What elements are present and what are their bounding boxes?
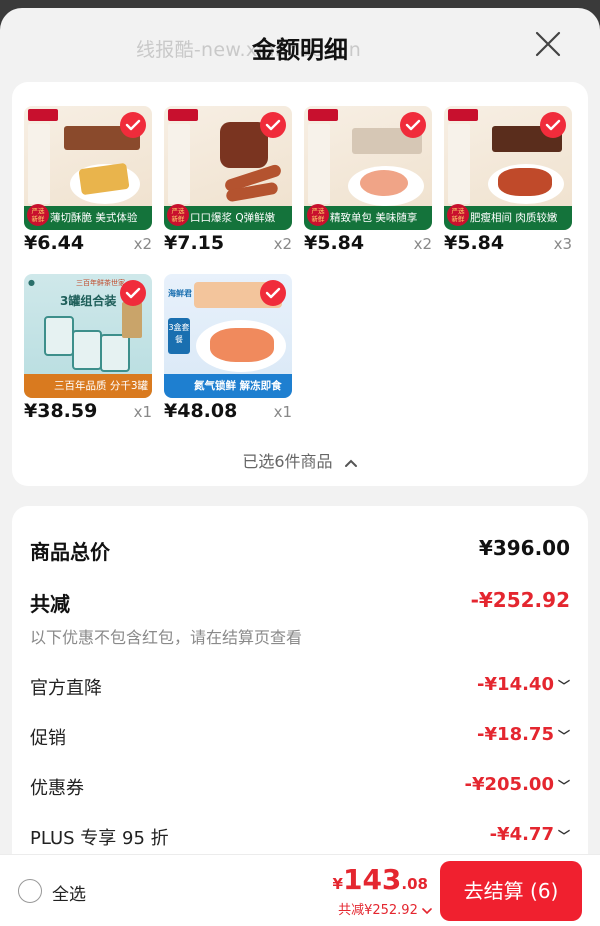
total-integer: 143 — [342, 863, 402, 896]
selected-products-card: 薄切酥脆 美式体验 严选 新鲜 ¥6.44 x2 口口爆浆 Q弹鲜嫩 严选 新鲜 ¥ — [12, 82, 588, 486]
product-item[interactable]: 肥瘦相间 肉质较嫩 严选 新鲜 ¥5.84 x3 — [444, 106, 572, 258]
discount-row-plus[interactable]: PLUS 专享 95 折 -¥4.77 ﹀ — [30, 824, 570, 850]
total-price-value: ¥396.00 — [478, 536, 570, 560]
product-quantity: x3 — [553, 235, 572, 253]
promo-side-panel — [448, 124, 470, 204]
promo-side-panel — [308, 124, 330, 204]
checkout-button[interactable]: 去结算 (6) — [440, 861, 582, 921]
product-item[interactable]: 精致单包 美味随享 严选 新鲜 ¥5.84 x2 — [304, 106, 432, 258]
hormel-logo — [308, 109, 338, 121]
discount-value: -¥4.77 — [489, 824, 554, 845]
tea-top-label: 三百年鲜茶世家 — [76, 279, 125, 287]
discount-value-promotion[interactable]: -¥18.75 ﹀ — [477, 724, 570, 745]
selected-count-label: 已选6件商品 — [242, 452, 333, 471]
discount-note: 以下优惠不包含红包，请在结算页查看 — [30, 628, 303, 647]
discount-value-official[interactable]: -¥14.40 ﹀ — [477, 674, 570, 695]
chevron-down-icon: ﹀ — [557, 679, 570, 693]
chevron-down-icon: ﹀ — [557, 829, 570, 843]
discount-label: 促销 — [30, 728, 66, 749]
discount-value: -¥205.00 — [464, 774, 554, 795]
set-label: 3盒套餐 — [168, 318, 190, 354]
discount-value-coupon[interactable]: -¥205.00 ﹀ — [465, 774, 570, 795]
tea-box-label: 3罐组合装 — [60, 294, 117, 308]
new-tag-icon: 严选 新鲜 — [167, 204, 189, 226]
new-tag-icon: 严选 新鲜 — [27, 204, 49, 226]
product-quantity: x1 — [273, 403, 292, 421]
reduced-amount: 共减¥252.92 — [338, 903, 418, 918]
product-image: ● 三百年鲜茶世家 3罐组合装 三百年品质 分千3罐 — [24, 274, 152, 398]
product-image: 海鲜君 3盒套餐 氮气锁鲜 解冻即食 — [164, 274, 292, 398]
chevron-down-icon: ﹀ — [557, 779, 570, 793]
discount-value: -¥14.40 — [477, 674, 554, 695]
product-price: ¥7.15 — [164, 232, 225, 254]
product-item[interactable]: ● 三百年鲜茶世家 3罐组合装 三百年品质 分千3罐 ¥38.59 x1 — [24, 274, 152, 426]
selected-check-icon[interactable] — [260, 112, 286, 138]
product-price: ¥5.84 — [444, 232, 505, 254]
chevron-up-icon — [344, 459, 357, 467]
new-tag-icon: 严选 新鲜 — [447, 204, 469, 226]
discount-row-coupon[interactable]: 优惠券 -¥205.00 ﹀ — [30, 774, 570, 800]
total-price-row: 商品总价 ¥396.00 — [30, 536, 570, 565]
product-price: ¥6.44 — [24, 232, 85, 254]
selected-check-icon[interactable] — [120, 280, 146, 306]
discount-value-plus[interactable]: -¥4.77 ﹀ — [490, 824, 570, 845]
new-tag-icon: 严选 新鲜 — [307, 204, 329, 226]
total-price-label: 商品总价 — [30, 540, 110, 564]
total-reduce-label: 共减 — [30, 592, 70, 616]
selected-check-icon[interactable] — [540, 112, 566, 138]
promo-side-panel — [28, 124, 50, 204]
hormel-logo — [168, 109, 198, 121]
product-quantity: x1 — [133, 403, 152, 421]
discount-label: 官方直降 — [30, 678, 102, 699]
discount-label: 优惠券 — [30, 778, 84, 799]
amount-detail-sheet: 线报酷-new.xianbao.fun 金额明细 薄切酥脆 美式体验 严选 新鲜 … — [0, 8, 600, 926]
discount-row-promotion[interactable]: 促销 -¥18.75 ﹀ — [30, 724, 570, 750]
product-quantity: x2 — [413, 235, 432, 253]
product-banner: 三百年品质 分千3罐 — [24, 374, 152, 398]
product-item[interactable]: 海鲜君 3盒套餐 氮气锁鲜 解冻即食 ¥48.08 x1 — [164, 274, 292, 426]
product-price: ¥38.59 — [24, 400, 98, 422]
product-image: 薄切酥脆 美式体验 严选 新鲜 — [24, 106, 152, 230]
select-all-radio[interactable] — [18, 879, 42, 903]
total-reduce-value: -¥252.92 — [470, 588, 570, 612]
product-image: 口口爆浆 Q弹鲜嫩 严选 新鲜 — [164, 106, 292, 230]
select-all-label[interactable]: 全选 — [52, 880, 86, 905]
selected-check-icon[interactable] — [260, 280, 286, 306]
promo-side-panel — [168, 124, 190, 204]
total-decimal: .08 — [401, 875, 428, 893]
currency-symbol: ¥ — [332, 875, 343, 893]
discount-label: PLUS 专享 95 折 — [30, 828, 169, 849]
checkout-bar: 全选 ¥143.08 共减¥252.92 去结算 (6) — [0, 854, 600, 926]
product-quantity: x2 — [133, 235, 152, 253]
hormel-logo — [28, 109, 58, 121]
chevron-down-icon — [422, 907, 432, 914]
product-price: ¥48.08 — [164, 400, 238, 422]
product-banner: 氮气锁鲜 解冻即食 — [164, 374, 292, 398]
close-icon[interactable] — [534, 30, 562, 58]
product-image: 精致单包 美味随享 严选 新鲜 — [304, 106, 432, 230]
selected-count-toggle[interactable]: 已选6件商品 — [12, 448, 588, 472]
discount-row-official[interactable]: 官方直降 -¥14.40 ﹀ — [30, 674, 570, 700]
product-price: ¥5.84 — [304, 232, 365, 254]
total-reduce-row: 共减 -¥252.92 — [30, 588, 570, 617]
product-quantity: x2 — [273, 235, 292, 253]
selected-check-icon[interactable] — [400, 112, 426, 138]
page-title: 金额明细 — [252, 36, 348, 64]
sheet-header: 线报酷-new.xianbao.fun 金额明细 — [0, 8, 600, 82]
hormel-logo — [448, 109, 478, 121]
product-image: 肥瘦相间 肉质较嫩 严选 新鲜 — [444, 106, 572, 230]
discount-value: -¥18.75 — [477, 724, 554, 745]
product-item[interactable]: 口口爆浆 Q弹鲜嫩 严选 新鲜 ¥7.15 x2 — [164, 106, 292, 258]
brand-label: 海鲜君 — [168, 289, 192, 298]
payable-total: ¥143.08 — [333, 863, 428, 896]
reduced-amount-toggle[interactable]: 共减¥252.92 — [338, 899, 432, 918]
selected-check-icon[interactable] — [120, 112, 146, 138]
chevron-down-icon: ﹀ — [557, 729, 570, 743]
product-item[interactable]: 薄切酥脆 美式体验 严选 新鲜 ¥6.44 x2 — [24, 106, 152, 258]
